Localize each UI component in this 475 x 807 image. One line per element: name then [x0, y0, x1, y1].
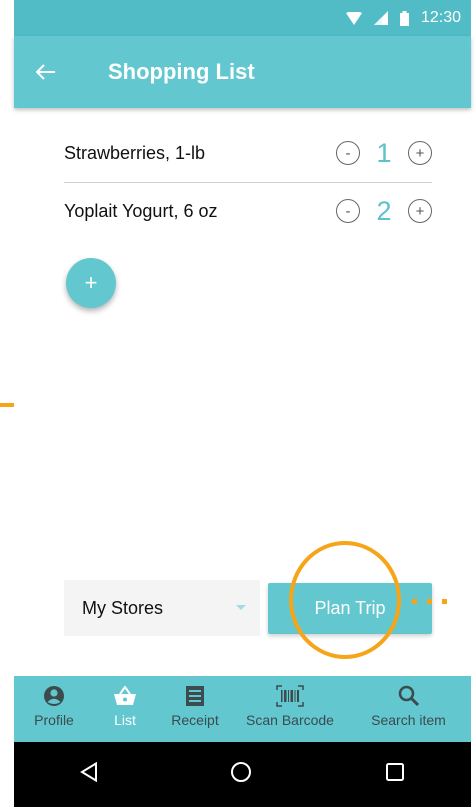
annotation-dash: [0, 403, 14, 407]
battery-icon: [399, 10, 409, 26]
quantity-stepper: - 2 +: [336, 196, 432, 227]
signal-icon: [373, 11, 388, 25]
system-navigation-bar: [14, 742, 471, 807]
nav-label: Profile: [34, 712, 74, 728]
item-name: Strawberries, 1-lb: [64, 142, 206, 163]
nav-item-scan-barcode[interactable]: Scan Barcode: [234, 676, 346, 742]
add-item-button[interactable]: +: [66, 258, 116, 308]
nav-label: Scan Barcode: [246, 712, 334, 728]
phone-screen: 12:30 Shopping List Strawberries, 1-lb -…: [14, 0, 471, 807]
app-bar: Shopping List: [14, 36, 471, 108]
dropdown-caret-icon: [236, 605, 246, 610]
annotation-dots: [412, 599, 447, 604]
wifi-icon: [345, 11, 362, 25]
annotation-highlight-circle: [289, 541, 401, 659]
item-name: Yoplait Yogurt, 6 oz: [64, 200, 218, 221]
profile-icon: [43, 684, 65, 708]
status-time: 12:30: [420, 9, 461, 26]
receipt-icon: [185, 684, 205, 708]
nav-label: Search item: [371, 712, 446, 728]
search-icon: [398, 684, 420, 708]
back-arrow-icon[interactable]: [36, 64, 76, 80]
nav-item-list[interactable]: List: [94, 676, 156, 742]
page-title: Shopping List: [108, 59, 255, 84]
nav-item-profile[interactable]: Profile: [14, 676, 94, 742]
increment-button[interactable]: +: [408, 199, 432, 223]
back-triangle-icon[interactable]: [80, 761, 98, 787]
quantity-value: 1: [376, 137, 392, 168]
decrement-button[interactable]: -: [336, 199, 360, 223]
nav-item-search[interactable]: Search item: [346, 676, 471, 742]
status-bar: 12:30: [14, 0, 471, 36]
nav-label: List: [114, 712, 136, 728]
bottom-navigation: Profile List Receipt Scan Barcode Search…: [14, 676, 471, 742]
quantity-value: 2: [376, 195, 392, 226]
quantity-stepper: - 1 +: [336, 138, 432, 169]
stores-dropdown[interactable]: My Stores: [64, 580, 260, 636]
increment-button[interactable]: +: [408, 141, 432, 165]
decrement-button[interactable]: -: [336, 141, 360, 165]
nav-label: Receipt: [171, 712, 219, 728]
list-item: Strawberries, 1-lb - 1 +: [64, 124, 432, 183]
basket-icon: [113, 684, 137, 708]
stores-selected-value: My Stores: [82, 597, 164, 618]
nav-item-receipt[interactable]: Receipt: [156, 676, 234, 742]
recents-square-icon[interactable]: [385, 762, 405, 787]
list-item: Yoplait Yogurt, 6 oz - 2 +: [64, 182, 432, 240]
home-circle-icon[interactable]: [230, 761, 252, 788]
barcode-icon: [276, 684, 304, 708]
